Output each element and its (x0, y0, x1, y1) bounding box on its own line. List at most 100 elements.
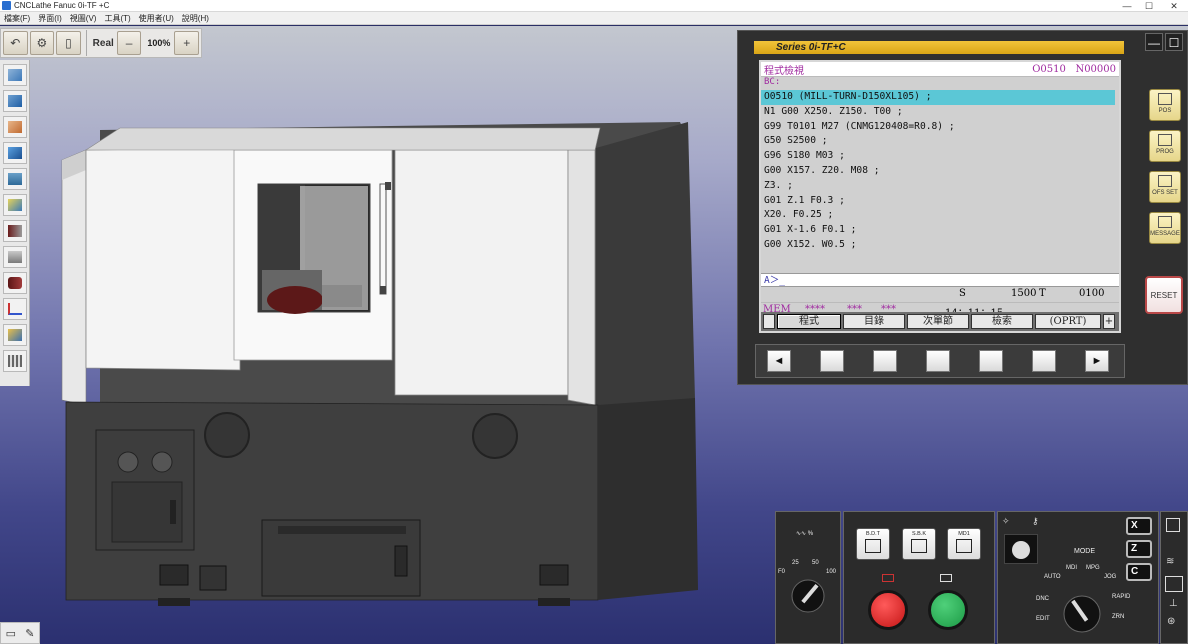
measure-icon (8, 173, 22, 185)
view-top-button[interactable] (3, 142, 27, 164)
cnc-window-controls: — ☐ (1143, 33, 1183, 51)
pen-icon[interactable]: ✎ (25, 627, 34, 640)
md1-icon (956, 539, 972, 553)
mode-mdi: MDI (1066, 565, 1077, 571)
tool-axis-button[interactable] (3, 298, 27, 320)
maximize-button[interactable]: ☐ (1138, 0, 1160, 12)
view-side-button[interactable] (3, 116, 27, 138)
page-left-key[interactable]: ◄ (767, 350, 791, 372)
program-line[interactable]: G01 X-1.6 F0.1 ; (761, 223, 1119, 238)
tool-value: 0100 (1079, 288, 1105, 299)
feed-mark-50: 50 (812, 560, 819, 566)
message-key[interactable]: MESSAGE (1149, 212, 1181, 244)
feed-override-dial[interactable] (788, 576, 828, 616)
block-delete-icon (865, 539, 881, 553)
pos-key[interactable]: POS (1149, 89, 1181, 121)
menu-tools[interactable]: 工具(T) (100, 13, 134, 24)
program-line[interactable]: Z3. ; (761, 179, 1119, 194)
mode-edit: EDIT (1036, 616, 1050, 622)
cnc-minimize-button[interactable]: — (1145, 33, 1163, 51)
blank-key-4[interactable] (979, 350, 1003, 372)
program-line[interactable]: G99 T0101 M27 (CNMG120408=R0.8) ; (761, 120, 1119, 135)
cnc-control-panel: Series 0i-TF+C — ☐ 程式檢視 O0510 N00000 BC:… (737, 30, 1188, 385)
settings-button[interactable]: ⚙ (29, 31, 55, 55)
workpiece-icon (8, 277, 22, 289)
bdt-button[interactable]: B.D.T (856, 528, 890, 560)
undo-button[interactable]: ↶ (3, 31, 28, 55)
md1-button[interactable]: MD1 (947, 528, 981, 560)
fixture-icon (8, 355, 22, 367)
axis-x-button[interactable]: X (1126, 517, 1152, 535)
spindle-value: 1500 (1011, 288, 1037, 299)
cnc-maximize-button[interactable]: ☐ (1165, 33, 1183, 51)
page-right-key[interactable]: ► (1085, 350, 1109, 372)
function-keys: POS PROG OFS SET MESSAGE (1149, 89, 1183, 253)
mode-selector-dial[interactable] (1060, 592, 1104, 636)
blank-key-1[interactable] (820, 350, 844, 372)
menu-help[interactable]: 說明(H) (178, 13, 213, 24)
blank-key-5[interactable] (1032, 350, 1056, 372)
softkey-next-block[interactable]: 次單節 (907, 314, 969, 329)
tool-coordinate-button[interactable] (3, 324, 27, 346)
softkey-program[interactable]: 程式 (777, 314, 841, 329)
door-icon: ▯ (65, 36, 72, 50)
door-button[interactable]: ▯ (56, 31, 81, 55)
window-title: CNCLathe Fanuc 0i-TF +C (14, 1, 110, 10)
tool-offset-button[interactable] (3, 194, 27, 216)
softkey-oprt[interactable]: (OPRT) (1035, 314, 1101, 329)
program-line[interactable]: G00 X157. Z20. M08 ; (761, 164, 1119, 179)
menu-user[interactable]: 使用者(U) (135, 13, 178, 24)
menu-file[interactable]: 檔案(F) (0, 13, 34, 24)
monitor-icon[interactable]: ▭ (6, 627, 16, 640)
spring-icon[interactable]: ≋ (1166, 556, 1174, 567)
softkey-directory[interactable]: 目錄 (843, 314, 905, 329)
app-icon (2, 1, 11, 10)
program-line[interactable]: G50 S2500 ; (761, 134, 1119, 149)
zoom-out-button[interactable]: – (116, 31, 142, 55)
sbk-button[interactable]: S.B.K (902, 528, 936, 560)
softkey-search[interactable]: 檢索 (971, 314, 1033, 329)
cycle-start-button[interactable] (928, 590, 968, 630)
minimize-button[interactable]: — (1116, 0, 1138, 12)
tool-measure-button[interactable] (3, 168, 27, 190)
program-line[interactable]: G96 S180 M03 ; (761, 149, 1119, 164)
tool-fixture-button[interactable] (3, 350, 27, 372)
spindle-icon[interactable]: ⊛ (1167, 616, 1175, 627)
reset-key[interactable]: RESET (1145, 276, 1183, 314)
real-view-button[interactable]: Real (90, 38, 117, 49)
program-listing[interactable]: O0510 (MILL-TURN-D150XL105) ; N1 G00 X25… (761, 89, 1119, 273)
mode-jog: JOG (1104, 574, 1117, 580)
program-icon (1158, 134, 1172, 146)
bc-label: BC: (761, 77, 1119, 89)
program-line[interactable]: G00 X152. W0.5 ; (761, 238, 1119, 253)
program-line[interactable]: N1 G00 X250. Z150. T00 ; (761, 105, 1119, 120)
blank-key-2[interactable] (873, 350, 897, 372)
tailstock-icon[interactable]: ⊥ (1169, 598, 1178, 609)
feed-hold-button[interactable] (868, 590, 908, 630)
blank-key-3[interactable] (926, 350, 950, 372)
view-front-button[interactable] (3, 90, 27, 112)
copy-icon[interactable] (1166, 518, 1180, 532)
program-line[interactable]: G01 Z.1 F0.3 ; (761, 194, 1119, 209)
tool-workpiece-button[interactable] (3, 272, 27, 294)
softkey-left[interactable] (763, 314, 775, 329)
softkey-right[interactable]: + (1103, 314, 1115, 329)
barcode-icon[interactable] (1165, 576, 1183, 592)
menu-view[interactable]: 視圖(V) (66, 13, 101, 24)
series-header: Series 0i-TF+C (754, 41, 1124, 54)
coolant-icon: ✧ (1002, 516, 1010, 526)
key-input-line[interactable]: A＞_ (761, 273, 1119, 287)
offset-setting-key[interactable]: OFS SET (1149, 171, 1181, 203)
view-iso-button[interactable] (3, 64, 27, 86)
prog-key[interactable]: PROG (1149, 130, 1181, 162)
axis-c-button[interactable]: C (1126, 563, 1152, 581)
close-button[interactable]: ✕ (1160, 0, 1188, 12)
wrench-toggle[interactable] (1004, 534, 1038, 564)
axis-z-button[interactable]: Z (1126, 540, 1152, 558)
tool-chuck-button[interactable] (3, 220, 27, 242)
program-line[interactable]: X20. F0.25 ; (761, 208, 1119, 223)
zoom-in-button[interactable]: + (174, 31, 199, 55)
tool-panel-button[interactable] (3, 246, 27, 268)
program-line[interactable]: O0510 (MILL-TURN-D150XL105) ; (761, 90, 1115, 105)
menu-interface[interactable]: 界面(I) (34, 13, 66, 24)
